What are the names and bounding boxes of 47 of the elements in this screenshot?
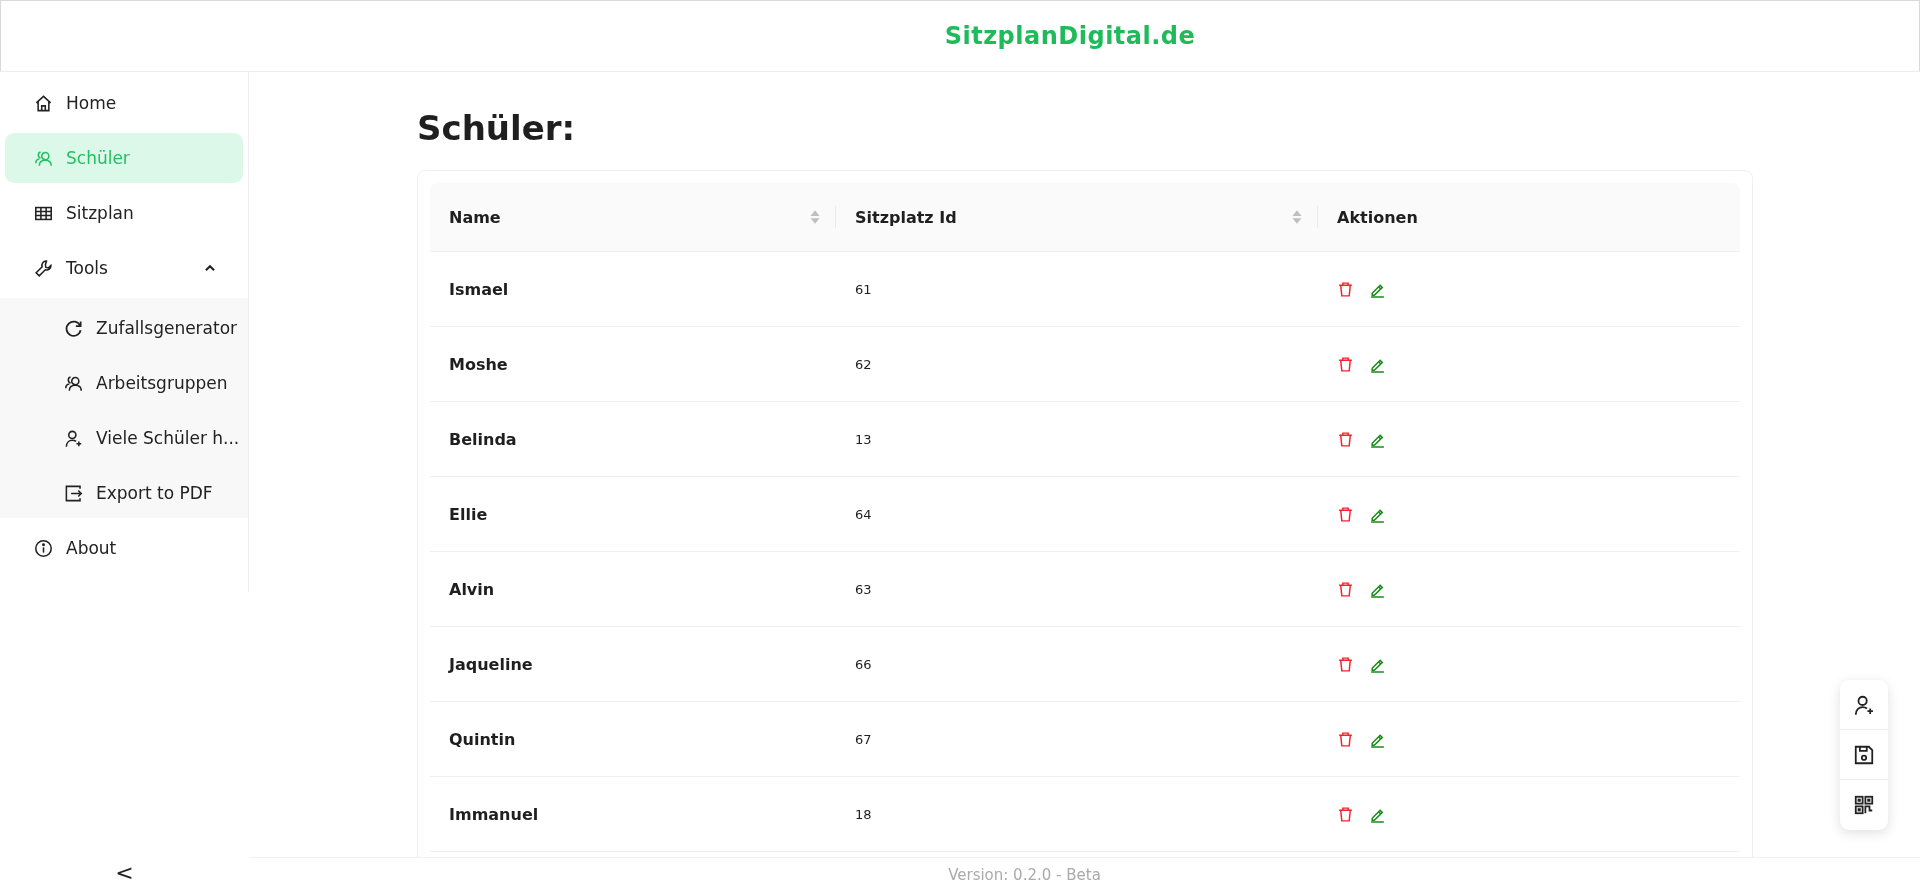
delete-icon[interactable] [1337, 805, 1354, 823]
delete-icon[interactable] [1337, 580, 1354, 598]
delete-icon[interactable] [1337, 280, 1354, 298]
delete-icon[interactable] [1337, 730, 1354, 748]
wrench-icon [34, 258, 53, 278]
table-cell: 64 [855, 506, 872, 522]
sidebar-item[interactable]: Viele Schüler h... [5, 413, 243, 463]
table-cell: 67 [855, 731, 872, 747]
table-cell: Ellie [449, 504, 488, 524]
save-icon [1853, 743, 1875, 766]
export-icon [64, 483, 83, 503]
sidebar-item[interactable]: Zufallsgenerator [5, 303, 243, 353]
table-cell: Moshe [449, 354, 508, 374]
reload-icon [64, 318, 83, 338]
table-cell: 62 [855, 356, 872, 372]
info-icon [34, 538, 53, 558]
sidebar-item[interactable]: Sitzplan [5, 188, 243, 238]
column-header: Aktionen [1337, 207, 1418, 227]
user-add-icon [1853, 693, 1875, 716]
table-cell: 18 [855, 806, 872, 822]
table-cell: Ismael [449, 279, 509, 299]
version-text: Version: 0.2.0 - Beta [948, 866, 1101, 884]
table-cell: Belinda [449, 429, 517, 449]
delete-icon[interactable] [1337, 505, 1354, 523]
table-cell: Quintin [449, 729, 516, 749]
sidebar-item[interactable]: Tools [5, 243, 243, 293]
sidebar-item[interactable]: About [5, 523, 243, 573]
delete-icon[interactable] [1337, 430, 1354, 448]
column-header: Name [449, 207, 501, 227]
user-add-icon [64, 428, 83, 448]
page-title: Schüler: [417, 108, 577, 148]
sidebar-item[interactable]: Export to PDF [5, 468, 243, 518]
table-cell: Alvin [449, 579, 495, 599]
table-cell: 66 [855, 656, 872, 672]
qr-code-icon [1853, 794, 1875, 816]
table-cell: 63 [855, 581, 872, 597]
sidebar-item[interactable]: Home [5, 78, 243, 128]
delete-icon[interactable] [1337, 655, 1354, 673]
table-cell: Immanuel [449, 804, 539, 824]
delete-icon[interactable] [1337, 355, 1354, 373]
column-header: Sitzplatz Id [855, 207, 957, 227]
collapse-button[interactable]: < [109, 859, 140, 885]
home-icon [34, 93, 53, 113]
table-cell: 61 [855, 281, 872, 297]
table-cell: 13 [855, 431, 872, 447]
sidebar-item[interactable]: Arbeitsgruppen [5, 358, 243, 408]
table-cell: Jaqueline [449, 654, 533, 674]
